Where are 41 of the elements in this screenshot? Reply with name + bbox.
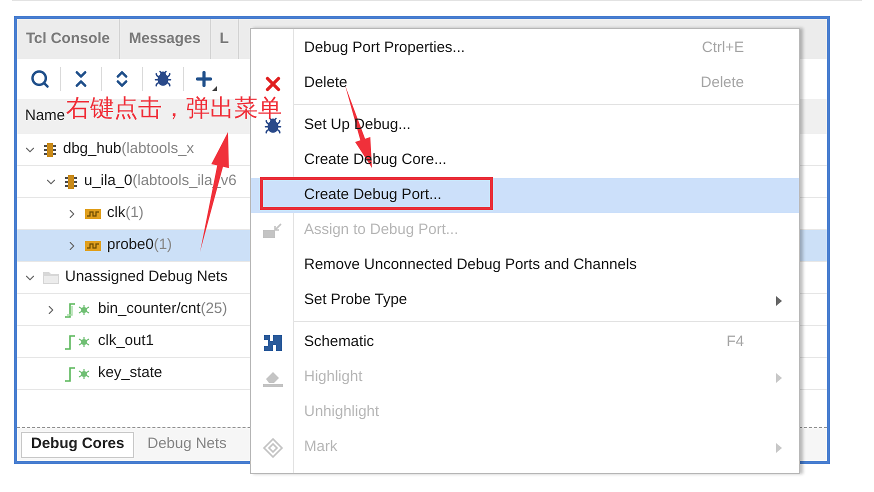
node-label: dbg_hub bbox=[63, 139, 122, 160]
bottom-tab[interactable]: Debug Cores bbox=[21, 432, 134, 458]
node-detail: (labtools_x bbox=[121, 139, 194, 160]
menu-item[interactable]: Remove Unconnected Debug Ports and Channels bbox=[251, 248, 799, 283]
node-detail: (1) bbox=[125, 203, 144, 224]
panel-tab[interactable]: Messages bbox=[120, 19, 211, 59]
node-label: Unassigned Debug Nets bbox=[65, 267, 228, 288]
net-icon bbox=[64, 334, 92, 350]
schematic-icon bbox=[264, 334, 282, 352]
node-detail: (25) bbox=[200, 299, 228, 320]
shortcut-label: Delete bbox=[700, 73, 744, 94]
net-icon bbox=[64, 366, 92, 382]
menu-item[interactable]: Set Probe Type bbox=[251, 283, 799, 318]
core-icon bbox=[43, 142, 57, 158]
node-label: bin_counter/cnt bbox=[98, 299, 201, 320]
bus-net-icon bbox=[64, 302, 92, 318]
plus-icon bbox=[193, 68, 215, 90]
column-header: Name bbox=[25, 106, 66, 126]
node-label: clk bbox=[107, 203, 126, 224]
shortcut-label: Ctrl+E bbox=[702, 38, 744, 58]
search-icon bbox=[30, 69, 50, 89]
folder-icon bbox=[43, 271, 59, 284]
assign-arrow-icon bbox=[262, 222, 282, 238]
shortcut-label: F4 bbox=[726, 332, 744, 352]
node-label: u_ila_0 bbox=[84, 171, 132, 192]
diamond-icon bbox=[262, 438, 282, 458]
panel-tab[interactable]: Tcl Console bbox=[17, 19, 120, 59]
dropdown-corner-icon bbox=[212, 86, 217, 91]
node-label: key_state bbox=[98, 363, 162, 384]
node-label: clk_out1 bbox=[98, 331, 154, 352]
menu-item[interactable]: Schematic F4 bbox=[251, 325, 799, 360]
node-label: probe0 bbox=[107, 235, 154, 256]
core-icon bbox=[64, 174, 78, 190]
panel-tab[interactable]: L bbox=[210, 19, 239, 59]
menu-item[interactable]: Create Debug Port... bbox=[251, 178, 799, 213]
bug-icon bbox=[154, 70, 172, 88]
node-detail: (1) bbox=[154, 235, 172, 256]
menu-item[interactable]: Debug Port Properties... Ctrl+E bbox=[251, 31, 799, 66]
port-icon bbox=[85, 240, 101, 250]
port-icon bbox=[85, 208, 101, 218]
annotation-text: 右键点击，弹出菜单 bbox=[66, 94, 282, 124]
